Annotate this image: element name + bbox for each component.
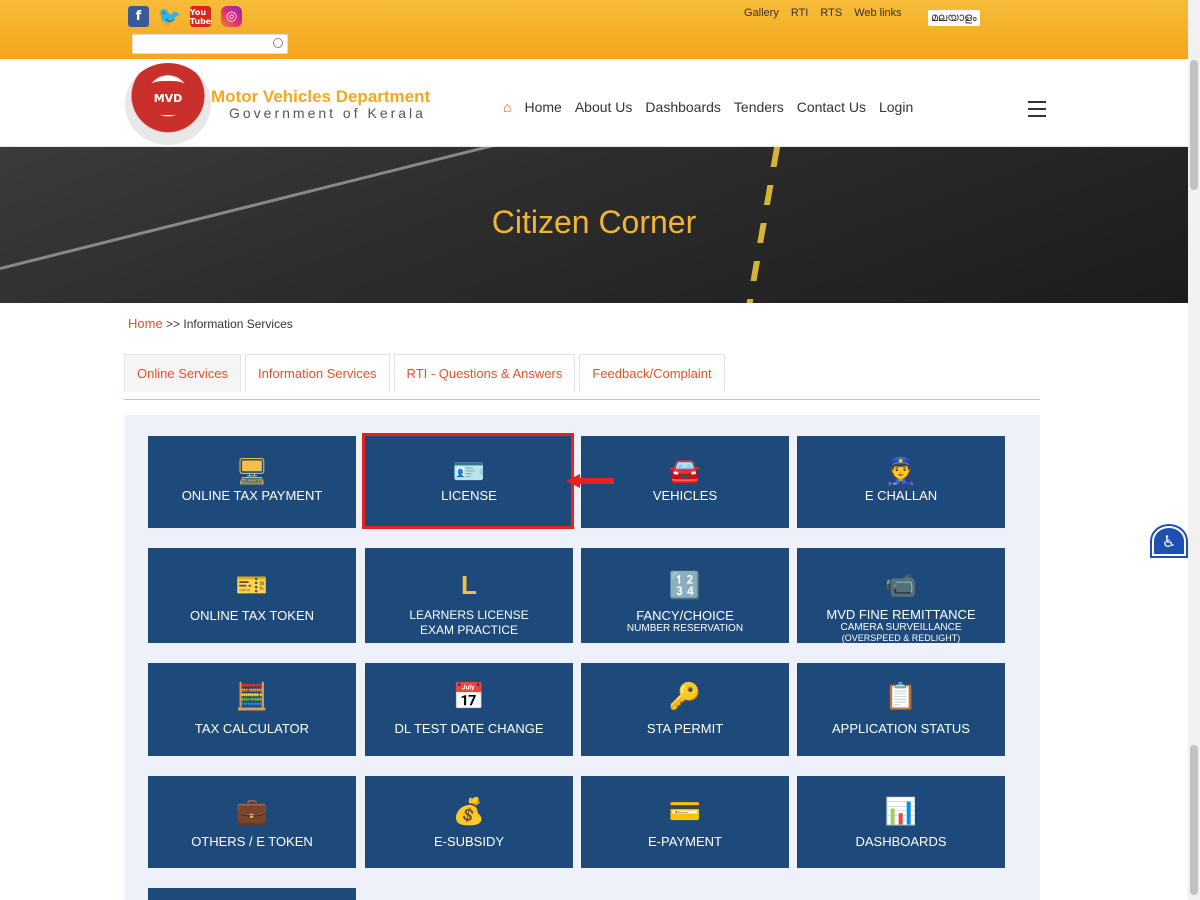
dashboard-icon: 📊 — [884, 795, 918, 826]
tile-others-e-token[interactable]: 💼 OTHERS / E TOKEN — [148, 776, 356, 868]
tile-next-row[interactable] — [148, 888, 356, 900]
nav-about-us[interactable]: About Us — [575, 99, 633, 115]
ticket-icon: 🎫 — [235, 569, 269, 600]
tile-e-challan[interactable]: 👮 E CHALLAN — [797, 436, 1005, 528]
instagram-icon[interactable]: ◎ — [221, 6, 242, 27]
tile-dl-test-date-change[interactable]: 📅 DL TEST DATE CHANGE — [365, 663, 573, 756]
license-highlight-box — [362, 433, 574, 529]
scrollbar[interactable] — [1188, 0, 1200, 900]
nav-home[interactable]: Home — [524, 99, 561, 115]
money-bag-icon: 💰 — [452, 795, 486, 826]
gallery-link[interactable]: Gallery — [738, 7, 785, 19]
card-payment-icon: 💳 — [668, 795, 702, 826]
breadcrumb-current: Information Services — [183, 317, 293, 331]
tile-sta-permit[interactable]: 🔑 STA PERMIT — [581, 663, 789, 756]
breadcrumb-separator: >> — [166, 317, 181, 331]
tab-feedback-complaint[interactable]: Feedback/Complaint — [579, 354, 725, 392]
facebook-icon[interactable]: f — [128, 6, 149, 27]
site-header: MVD Motor Vehicles Department Government… — [0, 59, 1188, 147]
pointer-arrow-icon — [566, 474, 614, 488]
rts-link[interactable]: RTS — [814, 7, 848, 19]
top-bar: f 🐦 You Tube ◎ Gallery RTI RTS Web links… — [0, 0, 1188, 59]
service-tabs: Online Services Information Services RTI… — [124, 354, 725, 392]
main-nav: ⌂ Home About Us Dashboards Tenders Conta… — [503, 99, 913, 115]
hamburger-menu-icon[interactable] — [1028, 101, 1046, 117]
rti-link[interactable]: RTI — [785, 7, 815, 19]
search-icon[interactable] — [273, 38, 283, 48]
calendar-icon: 📅 — [452, 680, 486, 711]
permit-icon: 🔑 — [668, 680, 702, 711]
nav-tenders[interactable]: Tenders — [734, 99, 784, 115]
tile-online-tax-token[interactable]: 🎫 ONLINE TAX TOKEN — [148, 548, 356, 643]
number-plate-icon: 🔢 — [668, 569, 702, 600]
tile-e-payment[interactable]: 💳 E-PAYMENT — [581, 776, 789, 868]
tile-fancy-number[interactable]: 🔢 FANCY/CHOICE NUMBER RESERVATION — [581, 548, 789, 643]
web-links-link[interactable]: Web links — [848, 7, 907, 19]
mvd-logo[interactable]: MVD — [125, 63, 211, 145]
tile-e-subsidy[interactable]: 💰 E-SUBSIDY — [365, 776, 573, 868]
language-toggle[interactable]: മലയാളം — [928, 10, 980, 26]
home-icon[interactable]: ⌂ — [503, 99, 511, 115]
tile-mvd-fine-remittance[interactable]: 📹 MVD FINE REMITTANCE CAMERA SURVEILLANC… — [797, 548, 1005, 643]
nav-dashboards[interactable]: Dashboards — [645, 99, 721, 115]
search-input[interactable] — [132, 34, 288, 54]
org-subtitle: Government of Kerala — [229, 105, 426, 121]
tab-online-services[interactable]: Online Services — [124, 354, 242, 392]
youtube-icon[interactable]: You Tube — [190, 6, 211, 27]
status-icon: 📋 — [884, 680, 918, 711]
hero-title: Citizen Corner — [491, 204, 697, 240]
tile-tax-calculator[interactable]: 🧮 TAX CALCULATOR — [148, 663, 356, 756]
officer-icon: 👮 — [884, 455, 918, 486]
tile-learners-license[interactable]: L LEARNERS LICENSE EXAM PRACTICE — [365, 548, 573, 643]
tab-information-services[interactable]: Information Services — [245, 354, 390, 392]
breadcrumb: Home >> Information Services — [128, 316, 293, 331]
calculator-icon: 🧮 — [235, 680, 269, 711]
tab-rti-questions-answers[interactable]: RTI - Questions & Answers — [393, 354, 576, 392]
twitter-icon[interactable]: 🐦 — [158, 6, 182, 28]
top-links: Gallery RTI RTS Web links — [738, 7, 908, 19]
org-name: Motor Vehicles Department — [211, 87, 431, 106]
nav-login[interactable]: Login — [879, 99, 913, 115]
briefcase-icon: 💼 — [235, 795, 269, 826]
tile-online-tax-payment[interactable]: 🖥 ONLINE TAX PAYMENT — [148, 436, 356, 528]
tile-dashboards[interactable]: 📊 DASHBOARDS — [797, 776, 1005, 868]
social-links: f 🐦 You Tube ◎ — [128, 6, 242, 28]
camera-icon: 📹 — [884, 569, 918, 599]
garage-icon: 🚘 — [668, 455, 702, 486]
nav-contact-us[interactable]: Contact Us — [797, 99, 866, 115]
hero-banner: Citizen Corner — [0, 147, 1188, 303]
logo-text: MVD — [143, 81, 193, 115]
accessibility-icon[interactable]: ♿ — [1152, 526, 1186, 556]
learner-L-icon: L — [461, 569, 477, 600]
computer-icon: 🖥 — [235, 455, 269, 486]
tile-application-status[interactable]: 📋 APPLICATION STATUS — [797, 663, 1005, 756]
breadcrumb-home[interactable]: Home — [128, 316, 163, 331]
